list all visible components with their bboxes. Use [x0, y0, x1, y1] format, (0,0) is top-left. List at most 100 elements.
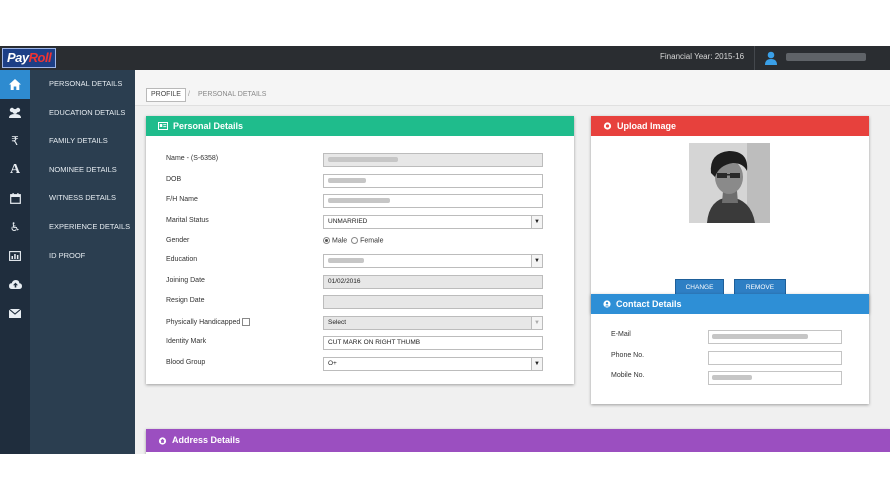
chevron-down-icon: ▼: [531, 317, 542, 329]
identity-mark-field[interactable]: CUT MARK ON RIGHT THUMB: [323, 336, 543, 350]
gender-female-label: Female: [360, 237, 384, 245]
handicapped-row: Physically Handicapped Select ▼: [146, 316, 574, 330]
father-name-row: F/H Name: [146, 194, 574, 208]
nav-calendar[interactable]: [0, 184, 30, 213]
font-a-icon: A: [9, 162, 21, 178]
top-bar: PayRoll Financial Year: 2015-16: [0, 46, 890, 70]
blood-group-row: Blood Group O+ ▼: [146, 357, 574, 371]
contact-icon: [603, 300, 611, 308]
payroll-app: PayRoll Financial Year: 2015-16 ₹ A ♿ PE…: [0, 46, 890, 454]
camera-icon: [603, 122, 612, 130]
submenu-item-education-details[interactable]: EDUCATION DETAILS: [30, 99, 135, 128]
mobile-label: Mobile No.: [611, 372, 645, 379]
phone-label: Phone No.: [611, 352, 645, 359]
education-row: Education ▼: [146, 254, 574, 268]
dob-row: DOB: [146, 174, 574, 188]
upload-image-panel: Upload Image CHANGE REMOVE: [591, 116, 869, 313]
resign-date-row: Resign Date: [146, 295, 574, 309]
upload-image-title: Upload Image: [617, 121, 677, 131]
submenu-item-experience-details[interactable]: EXPERIENCE DETAILS: [30, 213, 135, 242]
resign-date-field[interactable]: [323, 295, 543, 309]
user-name-menu[interactable]: [786, 53, 866, 61]
submenu-item-id-proof[interactable]: ID PROOF: [30, 242, 135, 271]
user-icon[interactable]: [765, 51, 777, 65]
dob-field[interactable]: [323, 174, 543, 188]
home-icon: [158, 436, 167, 445]
blood-group-select[interactable]: O+ ▼: [323, 357, 543, 371]
nav-reports[interactable]: [0, 242, 30, 271]
handicapped-checkbox[interactable]: [242, 318, 251, 326]
address-details-header: Address Details: [146, 429, 890, 452]
icon-sidebar: ₹ A ♿: [0, 70, 30, 454]
chevron-down-icon: ▼: [531, 358, 542, 370]
breadcrumb-profile[interactable]: PROFILE: [146, 88, 186, 102]
name-field[interactable]: [323, 153, 543, 167]
gender-male-radio[interactable]: [323, 237, 330, 244]
id-card-icon: [158, 122, 168, 130]
education-select[interactable]: ▼: [323, 254, 543, 268]
submenu-item-nominee-details[interactable]: NOMINEE DETAILS: [30, 156, 135, 185]
phone-field[interactable]: [708, 351, 842, 365]
personal-details-header: Personal Details: [146, 116, 574, 136]
profile-submenu: PERSONAL DETAILS EDUCATION DETAILS FAMIL…: [30, 70, 135, 454]
joining-date-label: Joining Date: [166, 277, 205, 284]
father-name-label: F/H Name: [166, 196, 198, 203]
nav-accessibility[interactable]: ♿: [0, 213, 30, 242]
payroll-logo[interactable]: PayRoll: [2, 48, 57, 68]
identity-mark-label: Identity Mark: [166, 338, 207, 345]
gender-female-radio[interactable]: [351, 237, 359, 244]
financial-year: Financial Year: 2015-16: [660, 52, 745, 61]
bar-chart-icon: [9, 250, 21, 261]
nav-messages[interactable]: [0, 299, 30, 328]
submenu-item-personal-details[interactable]: PERSONAL DETAILS: [30, 70, 135, 99]
gender-male-label: Male: [332, 237, 348, 245]
name-row: Name - (S-6358): [146, 153, 574, 167]
contact-details-title: Contact Details: [616, 299, 682, 309]
home-icon: [9, 78, 21, 90]
submenu-item-family-details[interactable]: FAMILY DETAILS: [30, 127, 135, 156]
upload-image-header: Upload Image: [591, 116, 869, 136]
email-field[interactable]: [708, 330, 842, 344]
calendar-icon: [9, 193, 21, 205]
profile-photo: [689, 143, 770, 223]
wheelchair-icon: ♿: [9, 220, 21, 235]
nav-home[interactable]: [0, 70, 30, 99]
handicapped-select[interactable]: Select ▼: [323, 316, 543, 330]
breadcrumb-current: PERSONAL DETAILS: [198, 91, 267, 98]
dob-label: DOB: [166, 176, 182, 183]
nav-font[interactable]: A: [0, 156, 30, 185]
users-icon: [9, 108, 21, 119]
submenu-item-witness-details[interactable]: WITNESS DETAILS: [30, 184, 135, 213]
rupee-icon: ₹: [11, 134, 19, 149]
marital-status-label: Marital Status: [166, 217, 209, 224]
name-label: Name - (S-6358): [166, 155, 219, 162]
personal-details-panel: Personal Details Name - (S-6358) DOB F/H…: [146, 116, 574, 384]
address-details-title: Address Details: [172, 435, 241, 445]
resign-date-label: Resign Date: [166, 297, 205, 304]
chevron-down-icon: ▼: [531, 255, 542, 267]
personal-details-title: Personal Details: [173, 121, 244, 131]
nav-upload[interactable]: [0, 270, 30, 299]
email-label: E-Mail: [611, 331, 631, 338]
contact-details-header: Contact Details: [591, 294, 869, 314]
education-label: Education: [166, 256, 198, 263]
gender-label: Gender: [166, 237, 190, 244]
marital-status-select[interactable]: UNMARRIED ▼: [323, 215, 543, 229]
cloud-upload-icon: [8, 280, 22, 290]
mobile-field[interactable]: [708, 371, 842, 385]
nav-users[interactable]: [0, 99, 30, 128]
joining-date-row: Joining Date 01/02/2016: [146, 275, 574, 289]
topbar-divider: [754, 46, 755, 70]
breadcrumb: PROFILE / PERSONAL DETAILS: [135, 70, 890, 106]
breadcrumb-separator: /: [188, 91, 190, 98]
gender-row: Gender Male Female: [146, 235, 574, 249]
blood-group-label: Blood Group: [166, 359, 206, 366]
nav-salary[interactable]: ₹: [0, 127, 30, 156]
chevron-down-icon: ▼: [531, 216, 542, 228]
joining-date-field[interactable]: 01/02/2016: [323, 275, 543, 289]
envelope-icon: [9, 308, 21, 318]
identity-mark-row: Identity Mark CUT MARK ON RIGHT THUMB: [146, 336, 574, 350]
father-name-field[interactable]: [323, 194, 543, 208]
marital-status-row: Marital Status UNMARRIED ▼: [146, 215, 574, 229]
handicapped-label: Physically Handicapped: [166, 318, 251, 326]
